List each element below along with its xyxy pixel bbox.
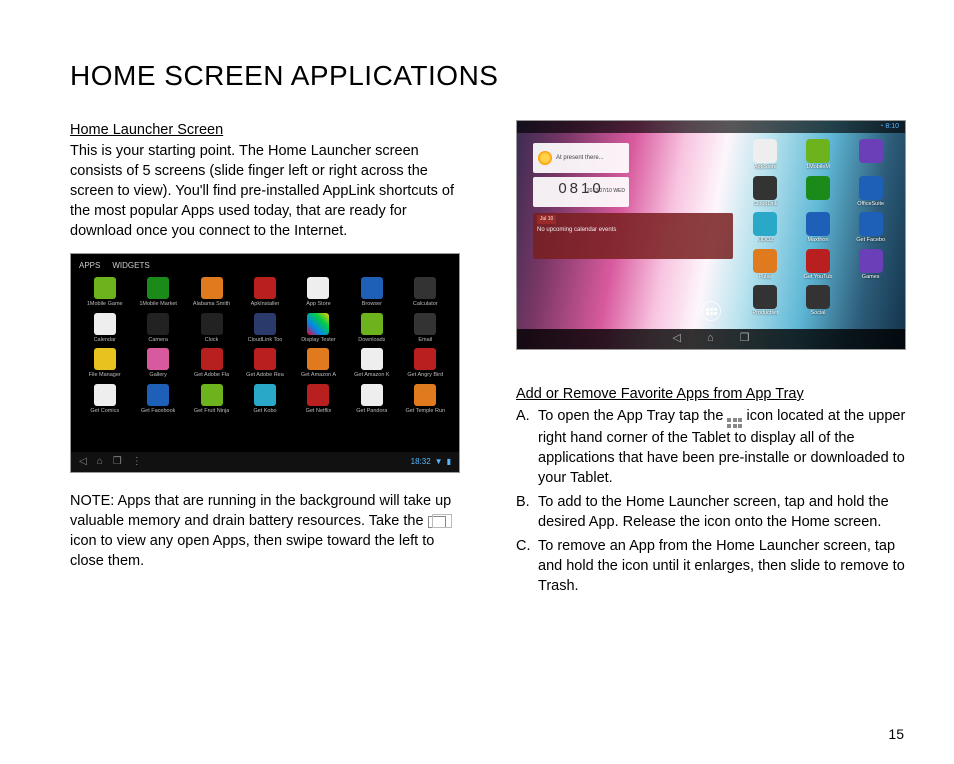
clock-widget: 2013/07/10 WED 0810	[533, 177, 629, 207]
section-heading-apptray: Add or Remove Favorite Apps from App Tra…	[516, 384, 906, 404]
app-icon: File Manager	[81, 348, 128, 380]
home-app-icon: Social	[796, 285, 841, 318]
app-icon: Get Fruit Ninja	[188, 384, 235, 416]
menu-icon: ⋮	[132, 455, 142, 469]
home-app-icon: KIDOZ	[743, 212, 788, 245]
clock-date: 2013/07/10 WED	[587, 179, 625, 203]
recents-icon: ❐	[740, 331, 750, 346]
list-label-b: B.	[516, 492, 538, 532]
app-icon: Camera	[134, 313, 181, 345]
home-app-icon	[796, 176, 841, 209]
app-icon: ApkInstaller	[241, 277, 288, 309]
note-block: NOTE: Apps that are running in the backg…	[70, 491, 460, 571]
app-icon: 1Mobile Market	[134, 277, 181, 309]
home-app-icon: Productivit	[743, 285, 788, 318]
calendar-widget: Jul 10 No upcoming calendar events	[533, 213, 733, 259]
app-tray-button-icon	[701, 301, 721, 321]
tab-widgets: WIDGETS	[112, 260, 149, 271]
section-heading-launcher: Home Launcher Screen	[70, 120, 460, 140]
launcher-description: This is your starting point. The Home La…	[70, 141, 460, 241]
app-icon: Get Kobo	[241, 384, 288, 416]
home-app-icon	[848, 139, 893, 172]
back-icon: ◁	[79, 455, 87, 469]
tab-apps: APPS	[79, 260, 100, 271]
nav-bar: ◁ ⌂ ❐	[517, 329, 905, 349]
note-text-pre: NOTE: Apps that are running in the backg…	[70, 493, 451, 529]
home-app-icon: AppStore	[743, 139, 788, 172]
app-icon: Get Amazon A	[295, 348, 342, 380]
home-icon: ⌂	[707, 331, 714, 346]
app-tray-grid-icon	[727, 418, 742, 428]
home-icon: ⌂	[97, 455, 103, 469]
app-icon: Get Netflix	[295, 384, 342, 416]
list-item: A. To open the App Tray tap the icon loc…	[516, 406, 906, 488]
app-icon: Calendar	[81, 313, 128, 345]
calendar-header: Jul 10	[537, 215, 556, 224]
app-icon: Get Angry Bird	[402, 348, 449, 380]
app-icon: Alabama Smith	[188, 277, 235, 309]
app-icon: Clock	[188, 313, 235, 345]
app-icon: Get Adobe Rea	[241, 348, 288, 380]
app-icon: Get Adobe Fla	[188, 348, 235, 380]
home-app-icon: Get YouTub	[796, 249, 841, 282]
app-icon: Browser	[348, 277, 395, 309]
screenshot-app-drawer: APPS WIDGETS 1Mobile Game1Mobile MarketA…	[70, 253, 460, 473]
home-app-icon: 1MobileM	[796, 139, 841, 172]
recents-stack-icon	[428, 516, 446, 528]
list-label-c: C.	[516, 536, 538, 596]
app-icon: Email	[402, 313, 449, 345]
home-app-icon: Maxthon	[796, 212, 841, 245]
item-c-text: To remove an App from the Home Launcher …	[538, 536, 906, 596]
list-item: C. To remove an App from the Home Launch…	[516, 536, 906, 596]
app-icon: Gallery	[134, 348, 181, 380]
sun-icon	[538, 151, 552, 165]
app-icon: App Store	[295, 277, 342, 309]
back-icon: ◁	[673, 331, 681, 346]
battery-icon: ▮	[447, 456, 451, 467]
left-column: Home Launcher Screen This is your starti…	[70, 120, 460, 600]
app-icon: Get Pandora	[348, 384, 395, 416]
note-text-post: icon to view any open Apps, then swipe t…	[70, 533, 434, 569]
item-b-text: To add to the Home Launcher screen, tap …	[538, 492, 906, 532]
item-a-pre: To open the App Tray tap the	[538, 408, 727, 424]
app-icon: Display Tester	[295, 313, 342, 345]
home-app-icon: Pulse	[743, 249, 788, 282]
home-app-icon: OfficeSuite	[848, 176, 893, 209]
list-label-a: A.	[516, 406, 538, 488]
app-icon: Get Temple Run	[402, 384, 449, 416]
app-icon: CloudLink Too	[241, 313, 288, 345]
page-number: 15	[888, 726, 904, 742]
app-icon: Downloads	[348, 313, 395, 345]
app-icon: Get Comics	[81, 384, 128, 416]
home-app-icon: Games	[848, 249, 893, 282]
right-column: ◔ 8:10 At present there... 2013/07/10 WE…	[516, 120, 906, 600]
app-icon: 1Mobile Game	[81, 277, 128, 309]
weather-text: At present there...	[556, 154, 604, 162]
app-icon: Calculator	[402, 277, 449, 309]
list-item: B. To add to the Home Launcher screen, t…	[516, 492, 906, 532]
weather-widget: At present there...	[533, 143, 629, 173]
status-time: 8:10	[885, 123, 899, 130]
recents-icon: ❐	[113, 455, 122, 469]
home-app-icon: Get Facebo	[848, 212, 893, 245]
home-app-icon: CloudLink	[743, 176, 788, 209]
app-icon: Get Facebook	[134, 384, 181, 416]
screenshot-home-launcher: ◔ 8:10 At present there... 2013/07/10 WE…	[516, 120, 906, 350]
calendar-body: No upcoming calendar events	[537, 226, 729, 234]
status-clock: 18:32	[411, 456, 431, 467]
nav-system-icons: ◁ ⌂ ❐ ⋮	[79, 455, 142, 469]
wifi-icon: ▼	[435, 456, 443, 467]
page-title: HOME SCREEN APPLICATIONS	[70, 60, 904, 92]
app-icon: Get Amazon K	[348, 348, 395, 380]
